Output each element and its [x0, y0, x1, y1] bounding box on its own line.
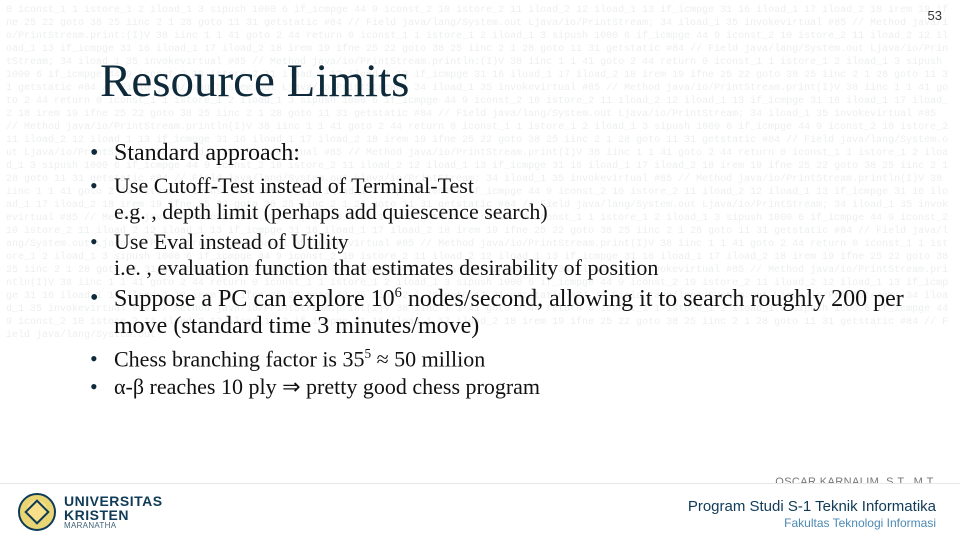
bullet-text: α-β reaches 10 ply ⇒ pretty good chess p… [114, 374, 920, 400]
text-fragment: Chess branching factor is 35 [114, 346, 365, 371]
bullet-text: Standard approach: [114, 140, 920, 167]
bullet-level2: • Chess branching factor is 355 ≈ 50 mil… [90, 346, 920, 372]
bullet-text: Use Eval instead of Utility [114, 229, 920, 255]
bullet-dot-icon: • [90, 173, 114, 225]
bullet-text: Chess branching factor is 355 ≈ 50 milli… [114, 346, 920, 372]
superscript: 6 [395, 285, 402, 301]
logo-text-line: KRISTEN [64, 508, 163, 522]
bullet-text: Use Cutoff-Test instead of Terminal-Test [114, 173, 920, 199]
bullet-text: i.e. , evaluation function that estimate… [114, 255, 920, 281]
bullet-level2: • Use Cutoff-Test instead of Terminal-Te… [90, 173, 920, 225]
university-logo: UNIVERSITAS KRISTEN MARANATHA [18, 493, 163, 531]
bullet-dot-icon: • [90, 346, 114, 372]
text-fragment: ≈ 50 million [371, 346, 485, 371]
bullet-dot-icon: • [90, 374, 114, 400]
program-info: Program Studi S-1 Teknik Informatika Fak… [688, 498, 936, 530]
bullet-level2: • Use Eval instead of Utility i.e. , eva… [90, 229, 920, 281]
slide-title: Resource Limits [100, 54, 409, 108]
bullet-text: e.g. , depth limit (perhaps add quiescen… [114, 199, 920, 225]
bullet-dot-icon: • [90, 229, 114, 281]
bullet-level1: • Standard approach: [90, 140, 920, 167]
slide-body: • Standard approach: • Use Cutoff-Test i… [90, 140, 920, 402]
bullet-text: Suppose a PC can explore 106 nodes/secon… [114, 285, 920, 340]
logo-text-line: UNIVERSITAS [64, 494, 163, 508]
bullet-dot-icon: • [90, 140, 114, 167]
bullet-dot-icon: • [90, 285, 114, 340]
logo-text-line: MARANATHA [64, 522, 163, 530]
page-number: 53 [928, 8, 942, 23]
text-fragment: Suppose a PC can explore 10 [114, 286, 395, 312]
program-line: Program Studi S-1 Teknik Informatika [688, 498, 936, 516]
bullet-level1: • Suppose a PC can explore 106 nodes/sec… [90, 285, 920, 340]
logo-badge-icon [18, 493, 56, 531]
bullet-level2: • α-β reaches 10 ply ⇒ pretty good chess… [90, 374, 920, 400]
faculty-line: Fakultas Teknologi Informasi [688, 516, 936, 530]
